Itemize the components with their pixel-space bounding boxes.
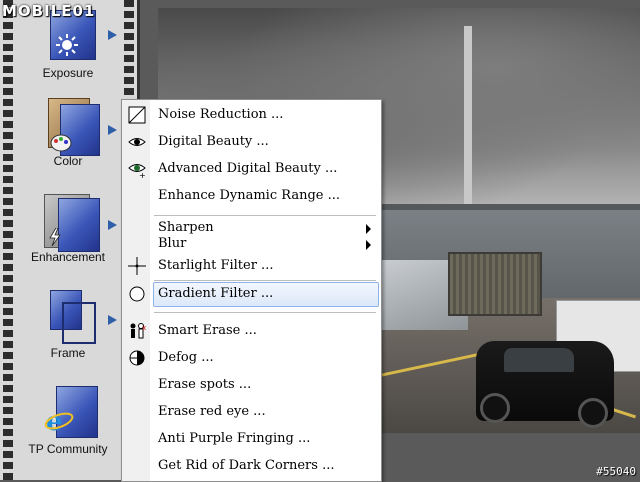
- menu-item-label: Noise Reduction ...: [158, 107, 284, 122]
- tool-expand-arrow[interactable]: [108, 125, 117, 135]
- menu-item-erase-red-eye[interactable]: Erase red eye ...: [122, 400, 381, 424]
- tool-expand-arrow[interactable]: [108, 315, 117, 325]
- eye-plus-icon: +: [128, 164, 146, 178]
- photo-ferry-ramp: [448, 252, 542, 316]
- menu-item-anti-purple-fringing[interactable]: Anti Purple Fringing ...: [122, 427, 381, 451]
- svg-text:x: x: [142, 324, 146, 332]
- tool-expand-arrow[interactable]: [108, 30, 117, 40]
- photo-mast: [464, 26, 472, 216]
- photo-car-wheel: [480, 393, 510, 423]
- menu-item-label: Starlight Filter ...: [158, 258, 274, 273]
- color-palette-icon: [42, 98, 100, 156]
- photo-car-wheel: [578, 398, 608, 428]
- menu-item-blur[interactable]: Blur: [122, 234, 381, 251]
- noise-icon: [128, 106, 146, 124]
- menu-item-smart-erase[interactable]: x Smart Erase ...: [122, 319, 381, 343]
- menu-item-label: Advanced Digital Beauty ...: [158, 161, 338, 176]
- tool-expand-arrow[interactable]: [108, 220, 117, 230]
- tool-color[interactable]: Color: [14, 98, 122, 168]
- tool-label: Color: [53, 154, 83, 168]
- menu-item-advanced-digital-beauty[interactable]: + Advanced Digital Beauty ...: [122, 157, 381, 181]
- eye-icon: [128, 138, 146, 146]
- submenu-arrow-icon: [366, 224, 371, 234]
- crosshair-icon: [128, 257, 146, 275]
- menu-item-label: Anti Purple Fringing ...: [158, 431, 311, 446]
- half-circle-icon: [129, 350, 145, 366]
- menu-item-dark-corners[interactable]: Get Rid of Dark Corners ...: [122, 454, 381, 478]
- submenu-arrow-icon: [366, 240, 371, 250]
- figures-icon: x: [130, 323, 146, 339]
- tool-label: TP Community: [28, 442, 108, 456]
- menu-separator: [154, 215, 376, 216]
- app-window: Exposure Color Enhancement Frame e TP Co…: [0, 0, 640, 482]
- enhancement-icon: [42, 194, 100, 252]
- site-logo-watermark: MOBILE01: [2, 2, 96, 20]
- menu-item-noise-reduction[interactable]: Noise Reduction ...: [122, 103, 381, 127]
- svg-text:+: +: [139, 171, 146, 178]
- menu-item-digital-beauty[interactable]: Digital Beauty ...: [122, 130, 381, 154]
- menu-item-label: Get Rid of Dark Corners ...: [158, 458, 335, 473]
- tool-frame[interactable]: Frame: [14, 290, 122, 360]
- menu-item-label: Enhance Dynamic Range ...: [158, 188, 341, 203]
- frame-icon: [42, 290, 96, 344]
- menu-item-gradient-filter[interactable]: Gradient Filter ...: [122, 282, 381, 307]
- menu-item-label: Blur: [158, 236, 187, 251]
- menu-item-label: Digital Beauty ...: [158, 134, 269, 149]
- tool-tp-community[interactable]: e TP Community: [14, 386, 122, 456]
- menu-item-label: Erase red eye ...: [158, 404, 266, 419]
- tool-exposure[interactable]: Exposure: [14, 10, 122, 80]
- menu-item-defog[interactable]: Defog ...: [122, 346, 381, 370]
- menu-item-starlight-filter[interactable]: Starlight Filter ...: [122, 254, 381, 278]
- menu-item-label: Defog ...: [158, 350, 214, 365]
- tool-label: Exposure: [42, 66, 94, 80]
- enhancement-context-menu: Noise Reduction ... Digital Beauty ... +…: [121, 99, 382, 482]
- menu-separator: [154, 312, 376, 313]
- menu-item-label: Gradient Filter ...: [158, 286, 274, 301]
- circle-icon: [129, 286, 145, 302]
- film-sprockets-left: [3, 0, 13, 480]
- menu-item-label: Smart Erase ...: [158, 323, 257, 338]
- menu-item-enhance-dynamic-range[interactable]: Enhance Dynamic Range ...: [122, 184, 381, 208]
- photo-shoreline: [378, 204, 640, 210]
- menu-item-label: Erase spots ...: [158, 377, 252, 392]
- menu-item-erase-spots[interactable]: Erase spots ...: [122, 373, 381, 397]
- tool-sidebar: Exposure Color Enhancement Frame e TP Co…: [0, 0, 140, 480]
- image-id-watermark: #55040: [596, 465, 636, 478]
- menu-item-label: Sharpen: [158, 220, 214, 235]
- tool-enhancement[interactable]: Enhancement: [14, 194, 122, 264]
- menu-separator: [154, 280, 376, 281]
- menu-item-sharpen[interactable]: Sharpen: [122, 218, 381, 235]
- tool-label: Frame: [50, 346, 86, 360]
- community-icon: e: [42, 386, 98, 438]
- tool-label: Enhancement: [30, 250, 106, 264]
- photo-car-window: [504, 348, 574, 372]
